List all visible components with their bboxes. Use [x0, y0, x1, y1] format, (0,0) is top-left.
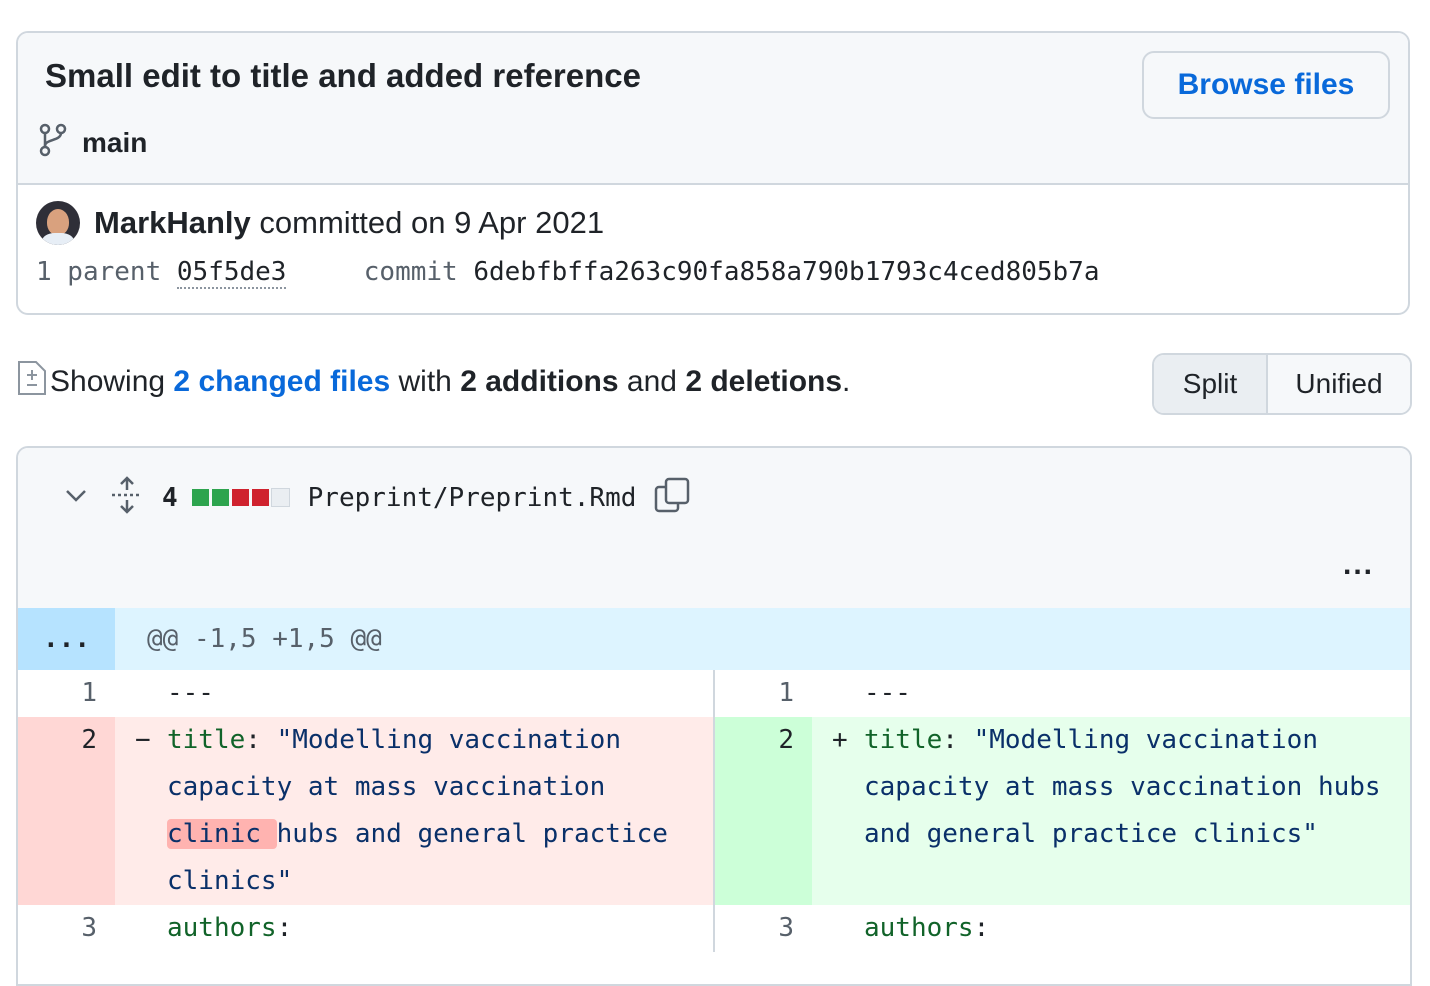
browse-files-button[interactable]: Browse files: [1142, 51, 1390, 119]
commit-label: commit: [363, 257, 458, 287]
left-line-number[interactable]: 2: [18, 717, 115, 905]
author-row: MarkHanly committed on 9 Apr 2021: [36, 201, 604, 245]
unified-view-button[interactable]: Unified: [1268, 355, 1410, 413]
diff-summary: Showing 2 changed files with 2 additions…: [16, 360, 850, 404]
diff-row: 2 − title: "Modelling vaccination capaci…: [18, 717, 1410, 905]
expand-hunk-button[interactable]: ...: [18, 608, 115, 670]
left-code: title: "Modelling vaccination capacity a…: [167, 725, 684, 896]
diffstat-bar: [191, 488, 292, 507]
commit-header-box: Small edit to title and added reference …: [16, 31, 1410, 315]
diffstat-block-deleted: [251, 489, 269, 506]
git-branch-icon: [38, 123, 68, 162]
changed-files-link[interactable]: 2 changed files: [173, 365, 390, 399]
right-code: ---: [864, 678, 911, 708]
commit-meta: 1 parent 05f5de3 commit 6debfbffa263c90f…: [36, 257, 1100, 289]
hunk-header: ... @@ -1,5 +1,5 @@: [18, 608, 1410, 670]
deletion-sign: −: [135, 725, 151, 755]
right-line-number[interactable]: 3: [715, 905, 812, 952]
summary-showing: Showing: [50, 365, 166, 398]
right-code: title: "Modelling vaccination capacity a…: [864, 725, 1397, 849]
file-diff: 4 Preprint/Preprint.Rmd ... ... @@ -1,5 …: [16, 446, 1412, 986]
diff-row: 3 authors: 3 authors:: [18, 905, 1410, 952]
diffstat-block-added: [211, 489, 229, 506]
commit-header: Small edit to title and added reference …: [18, 33, 1408, 185]
file-header: 4 Preprint/Preprint.Rmd ...: [18, 448, 1410, 610]
right-line-number[interactable]: 2: [715, 717, 812, 905]
avatar[interactable]: [36, 201, 80, 245]
diff-view-toggle: Split Unified: [1152, 353, 1412, 415]
committed-date: committed on 9 Apr 2021: [259, 205, 605, 240]
right-code: authors:: [864, 913, 990, 943]
left-code: authors:: [167, 913, 293, 943]
split-diff-table: 1 --- 1 --- 2 − title: "Modelling vaccin…: [18, 670, 1410, 952]
left-line-number[interactable]: 3: [18, 905, 115, 952]
commit-sha: 6debfbffa263c90fa858a790b1793c4ced805b7a: [473, 257, 1100, 287]
diff-row: 1 --- 1 ---: [18, 670, 1410, 717]
additions-count: 2 additions: [460, 365, 619, 398]
file-diff-icon: [16, 360, 48, 404]
left-code: ---: [167, 678, 214, 708]
file-name[interactable]: Preprint/Preprint.Rmd: [308, 483, 637, 513]
copy-icon[interactable]: [654, 477, 690, 518]
diff-count: 4: [162, 482, 178, 513]
branch-indicator[interactable]: main: [38, 123, 147, 162]
summary-period: .: [842, 365, 851, 398]
hunk-range: @@ -1,5 +1,5 @@: [147, 624, 382, 654]
word-deletion-highlight: clinic: [167, 819, 277, 849]
diffstat-block-neutral: [270, 488, 290, 507]
addition-sign: +: [832, 725, 848, 755]
diffstat-block-deleted: [231, 489, 249, 506]
diffstat-block-added: [191, 489, 209, 506]
branch-name: main: [82, 126, 148, 158]
chevron-down-icon[interactable]: [62, 481, 90, 514]
expand-all-icon[interactable]: [110, 476, 144, 519]
split-view-button[interactable]: Split: [1154, 355, 1268, 413]
left-line-number[interactable]: 1: [18, 670, 115, 717]
right-line-number[interactable]: 1: [715, 670, 812, 717]
parent-label: 1 parent: [36, 257, 162, 287]
parent-sha-link[interactable]: 05f5de3: [176, 257, 287, 289]
summary-with: with: [398, 365, 452, 398]
more-options-button[interactable]: ...: [1343, 548, 1374, 582]
deletions-count: 2 deletions: [685, 365, 843, 398]
summary-and: and: [626, 365, 677, 398]
author-name[interactable]: MarkHanly: [94, 205, 251, 240]
commit-title: Small edit to title and added reference: [45, 57, 641, 94]
